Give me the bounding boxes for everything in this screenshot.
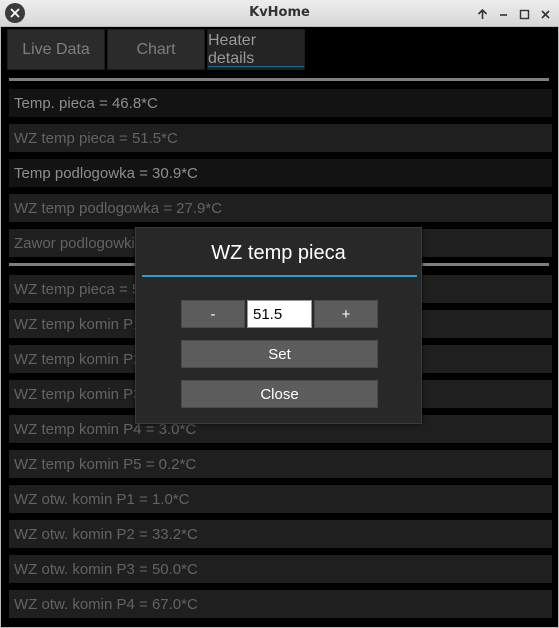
list-item[interactable]: WZ otw. komin P1 = 1.0*C xyxy=(9,485,552,513)
tab-heater-details[interactable]: Heater details xyxy=(207,29,305,70)
maximize-icon[interactable] xyxy=(515,5,534,23)
value-input[interactable] xyxy=(247,300,312,328)
list-item[interactable]: WZ otw. komin P3 = 50.0*C xyxy=(9,555,552,583)
list-item[interactable]: Temp. pieca = 46.8*C xyxy=(9,89,552,117)
separator-top xyxy=(9,78,549,81)
increment-button[interactable]: + xyxy=(314,300,378,328)
popup-title-underline xyxy=(142,275,417,277)
tab-live-data[interactable]: Live Data xyxy=(7,29,105,70)
list-item[interactable]: WZ temp pieca = 51.5*C xyxy=(9,124,552,152)
list-item[interactable]: WZ otw. komin P4 = 67.0*C xyxy=(9,590,552,618)
tab-chart[interactable]: Chart xyxy=(107,29,205,70)
edit-value-popup: WZ temp pieca - + Set Close xyxy=(135,227,422,424)
popup-title: WZ temp pieca xyxy=(211,242,346,264)
close-icon[interactable] xyxy=(536,5,555,23)
list-item[interactable]: WZ otw. komin P2 = 33.2*C xyxy=(9,520,552,548)
keep-above-icon[interactable] xyxy=(473,5,492,23)
list-item[interactable]: WZ temp podlogowka = 27.9*C xyxy=(9,194,552,222)
minimize-icon[interactable] xyxy=(494,5,513,23)
set-button[interactable]: Set xyxy=(181,340,378,368)
list-item[interactable]: WZ temp komin P5 = 0.2*C xyxy=(9,450,552,478)
close-button[interactable]: Close xyxy=(181,380,378,408)
window-titlebar: KvHome xyxy=(0,0,559,27)
decrement-button[interactable]: - xyxy=(181,300,245,328)
tab-bar: Live Data Chart Heater details xyxy=(5,27,556,70)
list-item[interactable]: Temp podlogowka = 30.9*C xyxy=(9,159,552,187)
